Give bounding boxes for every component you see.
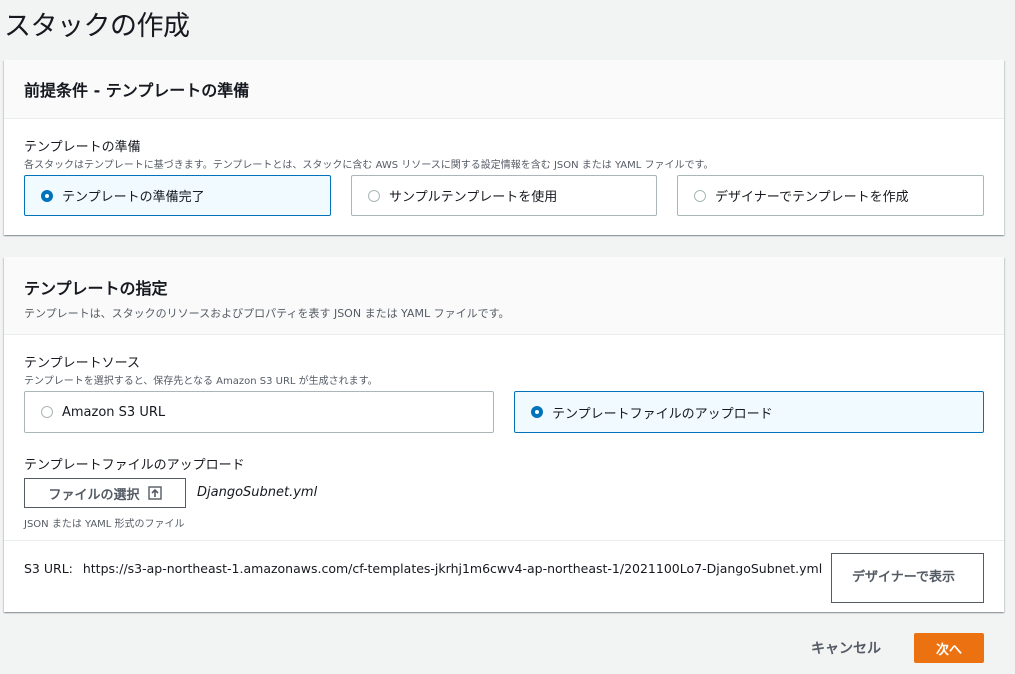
radio-sample-template[interactable]	[368, 189, 380, 202]
prerequisite-panel-title: 前提条件 - テンプレートの準備	[24, 81, 250, 100]
prepare-template-field: テンプレートの準備 各スタックはテンプレートに基づきます。テンプレートとは、スタ…	[24, 136, 714, 171]
s3-url-divider	[4, 540, 1004, 541]
prepare-template-label: テンプレートの準備	[24, 140, 141, 155]
s3-url-value: https://s3-ap-northeast-1.amazonaws.com/…	[82, 561, 823, 576]
option-template-ready[interactable]: テンプレートの準備完了	[24, 175, 331, 216]
radio-template-ready[interactable]	[41, 189, 53, 202]
radio-upload-template-file[interactable]	[531, 406, 543, 418]
option-amazon-s3-url-label: Amazon S3 URL	[62, 404, 166, 420]
file-format-hint: JSON または YAML 形式のファイル	[24, 519, 185, 530]
radio-designer-template[interactable]	[694, 189, 706, 202]
choose-file-button[interactable]: ファイルの選択	[24, 478, 186, 508]
upload-icon	[147, 486, 162, 500]
option-amazon-s3-url[interactable]: Amazon S3 URL	[24, 391, 494, 433]
page-title: スタックの作成	[4, 11, 190, 42]
prerequisite-panel: 前提条件 - テンプレートの準備 テンプレートの準備 各スタックはテンプレートに…	[4, 60, 1004, 235]
selected-file-name: DjangoSubnet.yml	[197, 485, 318, 500]
specify-template-panel-description: テンプレートは、スタックのリソースおよびプロパティを表す JSON または YA…	[24, 307, 510, 320]
option-template-ready-label: テンプレートの準備完了	[62, 190, 205, 205]
choose-file-button-label: ファイルの選択	[48, 487, 140, 503]
option-designer-template-label: デザイナーでテンプレートを作成	[715, 190, 909, 205]
s3-url-label: S3 URL:	[24, 561, 73, 576]
template-source-field: テンプレートソース テンプレートを選択すると、保存先となる Amazon S3 …	[24, 352, 378, 387]
template-source-description: テンプレートを選択すると、保存先となる Amazon S3 URL が生成されま…	[24, 376, 378, 387]
prerequisite-panel-header: 前提条件 - テンプレートの準備	[4, 60, 1004, 119]
option-upload-template-file-label: テンプレートファイルのアップロード	[552, 406, 773, 422]
specify-template-panel-header: テンプレートの指定 テンプレートは、スタックのリソースおよびプロパティを表す J…	[4, 257, 1004, 335]
option-sample-template-label: サンプルテンプレートを使用	[389, 190, 558, 205]
template-source-label: テンプレートソース	[24, 356, 140, 371]
cancel-button[interactable]: キャンセル	[811, 638, 881, 658]
view-in-designer-button[interactable]: デザイナーで表示	[831, 553, 984, 603]
option-upload-template-file[interactable]: テンプレートファイルのアップロード	[514, 391, 984, 433]
option-sample-template[interactable]: サンプルテンプレートを使用	[351, 175, 657, 216]
specify-template-panel-title: テンプレートの指定	[24, 279, 168, 298]
next-button[interactable]: 次へ	[914, 633, 984, 663]
option-designer-template[interactable]: デザイナーでテンプレートを作成	[677, 175, 984, 216]
s3-url-text: S3 URL: https://s3-ap-northeast-1.amazon…	[24, 559, 834, 579]
radio-amazon-s3-url[interactable]	[41, 406, 53, 418]
upload-template-file-label: テンプレートファイルのアップロード	[24, 458, 245, 473]
specify-template-panel: テンプレートの指定 テンプレートは、スタックのリソースおよびプロパティを表す J…	[4, 257, 1004, 612]
prepare-template-description: 各スタックはテンプレートに基づきます。テンプレートとは、スタックに含む AWS …	[24, 160, 714, 171]
